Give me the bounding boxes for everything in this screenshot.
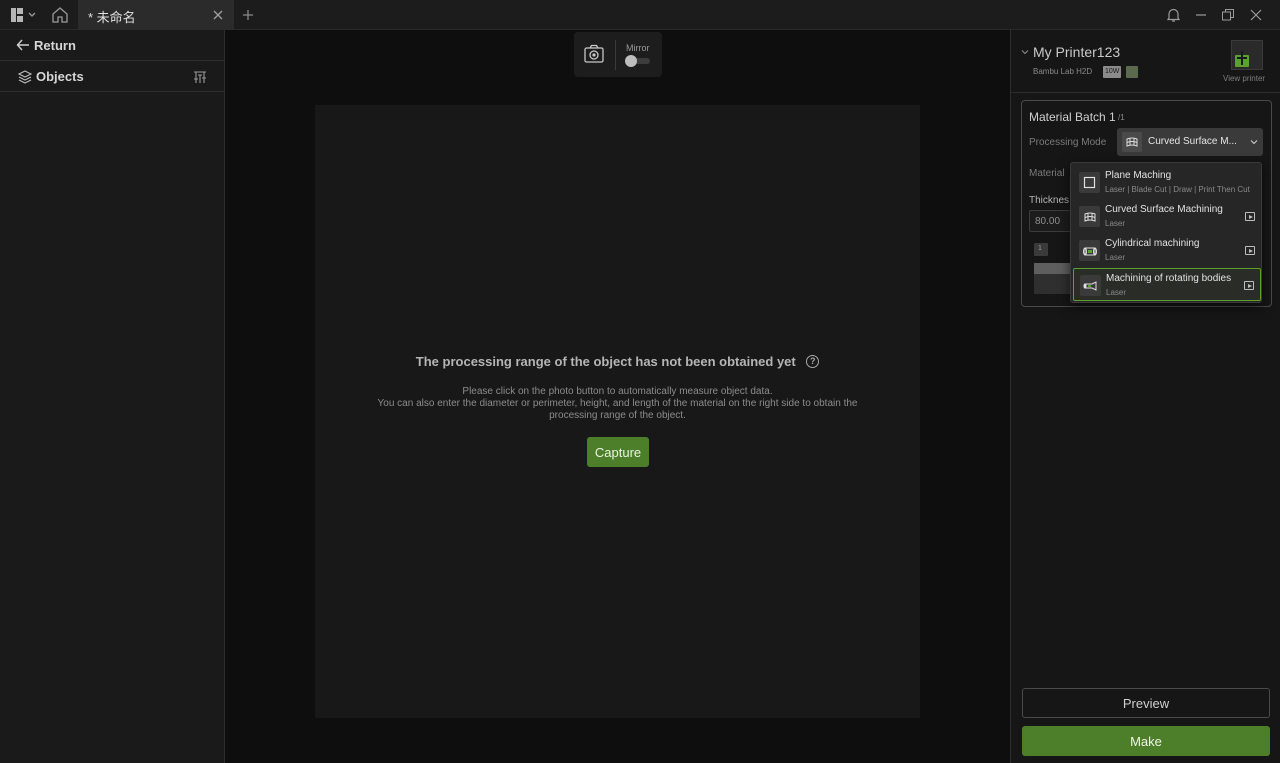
new-tab-icon[interactable] [242,9,254,21]
curved-surface-icon [1079,206,1100,227]
return-label: Return [34,38,76,53]
layers-icon [18,70,32,84]
processing-mode-value: Curved Surface M... [1148,136,1237,147]
toolbar-divider [615,40,616,70]
option-title: Plane Maching [1105,170,1172,181]
printer-icon [1231,40,1263,70]
make-button[interactable]: Make [1022,726,1270,756]
option-subtitle: Laser [1105,253,1126,262]
batch-title: Material Batch 1 [1029,110,1116,124]
laser-power-badge: 10W [1103,66,1122,78]
instruction-line-3: processing range of the object. [549,410,686,421]
number-chip: 1 [1034,243,1048,256]
left-panel: Return Objects [0,30,225,763]
processing-mode-select[interactable]: Curved Surface M... [1117,128,1263,156]
view-printer-label[interactable]: View printer [1223,74,1265,83]
thickness-input[interactable]: 80.00 [1029,210,1073,232]
objects-header: Objects [0,61,225,92]
arrow-left-icon [16,38,30,52]
minimize-icon[interactable] [1195,8,1207,22]
chevron-down-icon[interactable] [1021,48,1029,56]
preview-button[interactable]: Preview [1022,688,1270,718]
instruction-line-1: Please click on the photo button to auto… [462,386,773,397]
right-panel: My Printer123 Bambu Lab H2D 10W View pri… [1010,30,1280,763]
curved-surface-icon [1122,132,1142,152]
option-subtitle: Laser | Blade Cut | Draw | Print Then Cu… [1105,185,1250,194]
option-title: Machining of rotating bodies [1106,273,1232,284]
help-icon[interactable]: ? [806,355,820,369]
thickness-value: 80.00 [1035,216,1061,227]
number-chip-text: 1 [1038,245,1042,252]
play-video-icon[interactable] [1245,246,1255,255]
thickness-label: Thicknes [1029,195,1070,206]
heading-row: The processing range of the object has n… [315,353,920,371]
tab-title: * 未命名 [88,10,136,25]
printer-model: Bambu Lab H2D [1033,67,1093,76]
restore-icon[interactable] [1221,8,1235,22]
batch-count: /1 [1118,113,1125,122]
option-cylindrical[interactable]: Cylindrical machining Laser [1073,234,1261,267]
close-window-icon[interactable] [1250,9,1262,21]
objects-label: Objects [36,69,84,84]
mirror-toggle[interactable] [625,55,650,67]
cylinder-icon [1079,240,1100,261]
processing-mode-dropdown: Plane Maching Laser | Blade Cut | Draw |… [1070,162,1262,303]
play-video-icon[interactable] [1244,281,1254,290]
preview-canvas: The processing range of the object has n… [315,105,920,718]
option-title: Cylindrical machining [1105,238,1200,249]
option-curved-surface[interactable]: Curved Surface Machining Laser [1073,200,1261,233]
option-plane-machining[interactable]: Plane Maching Laser | Blade Cut | Draw |… [1073,166,1261,199]
home-icon[interactable] [51,6,69,24]
header-divider [1011,92,1280,93]
app-menu-icon[interactable] [10,7,38,23]
center-workspace: Mirror The processing range of the objec… [225,30,1010,763]
material-bar [1034,263,1074,274]
close-tab-icon[interactable] [212,9,224,21]
title-bar: * 未命名 [0,0,1280,30]
instructions: Please click on the photo button to auto… [315,386,920,422]
play-video-icon[interactable] [1245,212,1255,221]
option-subtitle: Laser [1105,219,1126,228]
option-title: Curved Surface Machining [1105,204,1223,215]
range-heading: The processing range of the object has n… [415,354,796,369]
processing-mode-label: Processing Mode [1029,137,1107,148]
notification-bell-icon[interactable] [1166,7,1181,23]
rotating-body-icon [1080,275,1101,296]
select-chevron-icon [1250,138,1258,146]
instruction-line-2: You can also enter the diameter or perim… [377,398,858,409]
mirror-label: Mirror [626,43,650,53]
material-label: Material [1029,168,1065,179]
camera-toolbar: Mirror [574,32,662,77]
camera-icon[interactable] [584,44,604,64]
filter-settings-icon[interactable] [193,70,207,84]
module-badge-icon [1126,66,1138,78]
printer-name[interactable]: My Printer123 [1033,44,1120,60]
printer-thumbnail[interactable]: View printer [1217,38,1279,94]
mirror-toggle-knob [625,55,637,67]
return-row[interactable]: Return [0,30,225,61]
material-area [1034,274,1074,294]
option-rotating-bodies[interactable]: Machining of rotating bodies Laser [1073,268,1261,301]
plane-square-icon [1079,172,1100,193]
document-tab[interactable]: * 未命名 [78,0,234,30]
capture-button[interactable]: Capture [587,437,649,467]
option-subtitle: Laser [1106,288,1127,297]
